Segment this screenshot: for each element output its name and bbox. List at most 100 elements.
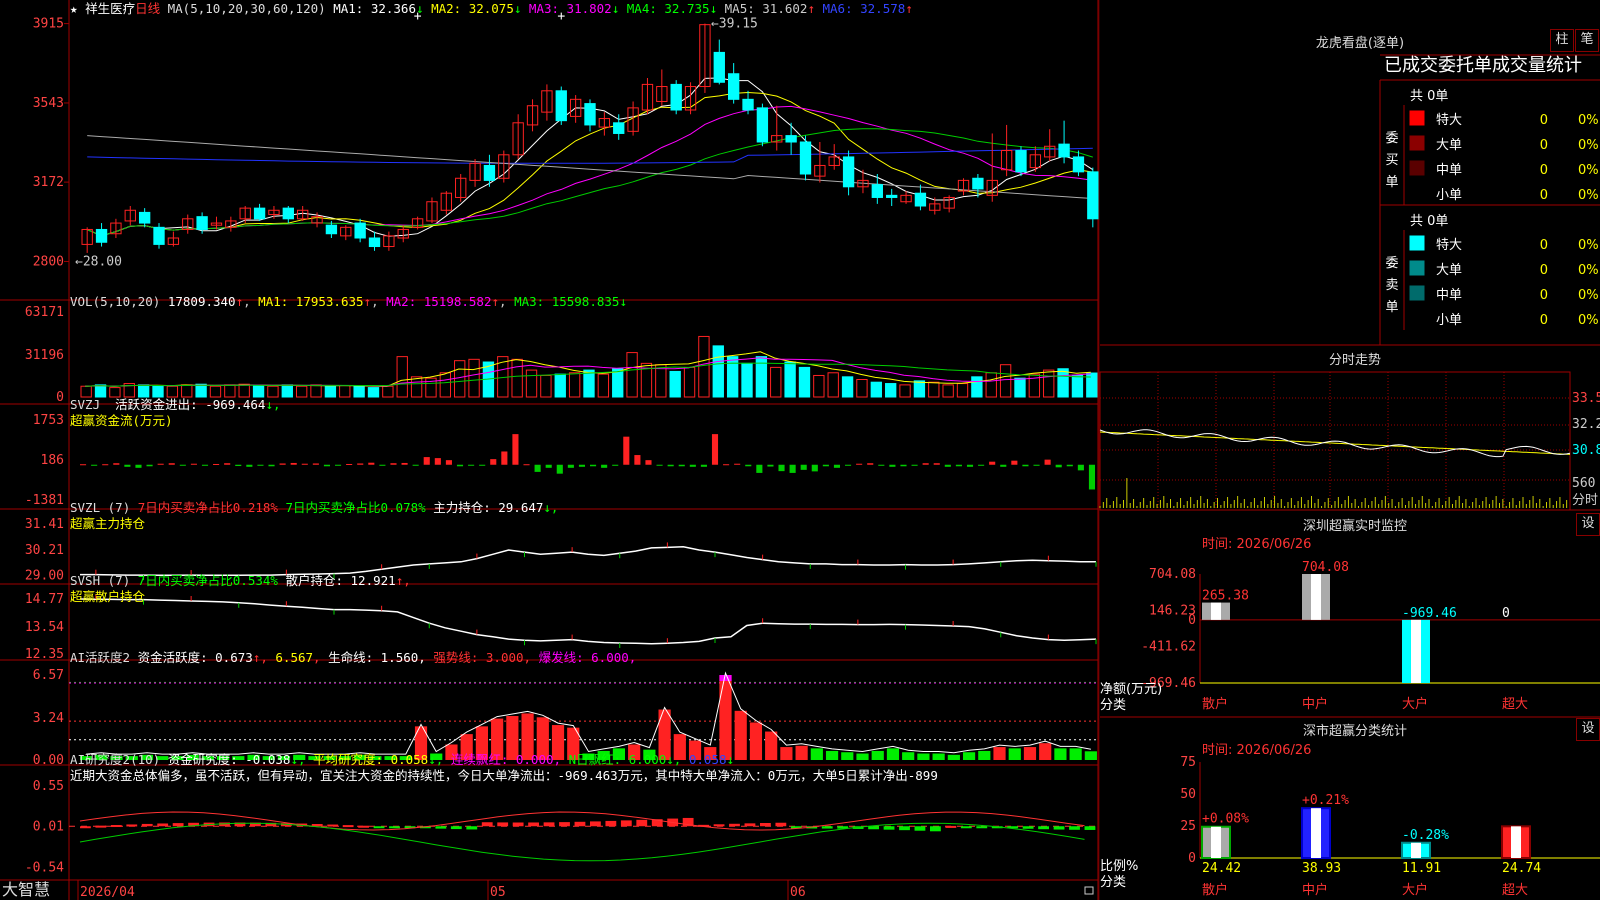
svzj-bar [146, 464, 153, 467]
volume-bar [597, 373, 610, 398]
volume-bar [1057, 368, 1069, 398]
candle [354, 222, 366, 239]
lhkp-sell-row-name: 中单 [1436, 288, 1462, 303]
volume-bar [468, 358, 480, 398]
svzj-arrow: ↓, [265, 397, 281, 412]
lhkp-buy-color-swatch [1409, 135, 1425, 151]
szmon-ylabel2: 分类 [1100, 698, 1126, 713]
star-icon[interactable]: ★ [70, 1, 78, 16]
ma1-value: MA1: 32.366 [333, 1, 416, 16]
stock-name[interactable]: 祥生医疗 [85, 1, 135, 16]
svzl-tick-label: 30.21 [25, 543, 64, 558]
lhkp-sell-row-name: 特大 [1436, 238, 1462, 253]
ai-research-bar [327, 824, 339, 827]
ai-research-bar [1069, 826, 1080, 830]
svzj-bar [379, 464, 386, 466]
tab-tick-view[interactable]: 笔 [1575, 29, 1599, 52]
svzj-bar [257, 464, 264, 466]
svzj-bar [900, 464, 907, 467]
fenshi-vol-tick: 560 [1572, 476, 1595, 491]
ai-research-seg3: 连续飘红: 0.000, [450, 752, 562, 767]
svzj-bar [1077, 464, 1084, 471]
szcls-tick-label: 50 [1180, 787, 1196, 802]
volume-bar [827, 372, 839, 398]
svzj-bar [523, 464, 530, 466]
ai-research-bar [373, 826, 385, 829]
ma6-line [87, 147, 1093, 164]
svzj-bar [767, 464, 774, 467]
lhkp-sell-color-swatch [1409, 260, 1425, 276]
lhkp-buy-row-pct: 0% [1578, 163, 1599, 178]
period-label[interactable]: 日线 [135, 1, 160, 16]
volume-bar [813, 374, 825, 398]
lhkp-title: 龙虎看盘(逐单) [1315, 36, 1405, 51]
volume-bar [137, 384, 150, 398]
svzj-bar [778, 464, 785, 472]
svzj-value: 活跃资金进出: -969.464 [115, 397, 266, 412]
volume-bar [410, 376, 423, 398]
lhkp-sell-label: 卖 [1385, 278, 1398, 293]
lhkp-buy-label: 单 [1385, 175, 1398, 190]
lhkp-buy-label: 委 [1385, 131, 1398, 146]
svzj-bar [124, 464, 131, 467]
svzl-header: SVZL (7) 7日内买卖净占比0.218% 7日内买卖净占比0.078% 主… [70, 500, 558, 532]
ai-research-bar [899, 826, 910, 831]
lhkp-buy-total: 共 0单 [1410, 89, 1448, 104]
ai-research-bar [512, 822, 524, 827]
candle [584, 103, 596, 126]
svzj-bar [678, 464, 685, 467]
volume-bar [885, 383, 897, 398]
svzj-bar [401, 462, 408, 465]
svzj-bar [190, 463, 197, 465]
volume-bar [856, 379, 868, 398]
ai-active-tick-label: 3.24 [33, 711, 64, 726]
svzj-bar [1022, 464, 1029, 467]
ai-research-arrow1: ↓, [290, 752, 306, 767]
szmon-tick-label: -411.62 [1141, 640, 1196, 655]
szmon-value-label: -969.46 [1402, 606, 1457, 621]
szcls-ylabel: 比例% [1100, 859, 1138, 874]
svzj-bar [590, 464, 597, 467]
svzj-bar [933, 463, 940, 465]
szmon-settings-button[interactable]: 设 [1576, 513, 1600, 536]
svzj-bar [102, 464, 109, 466]
szcls-bar-highlight [1411, 842, 1421, 858]
szmon-value-label: 704.08 [1302, 560, 1349, 575]
lhkp-buy-color-swatch [1409, 185, 1425, 201]
svsh-tick-label: 13.54 [25, 620, 64, 635]
ai-active-bar [1084, 751, 1097, 760]
svzj-bar [623, 436, 630, 465]
ai-research-tick-label: 0.01 [33, 819, 64, 834]
ma1-arrow: ↓ [416, 1, 424, 16]
szmon-bar-highlight [1211, 602, 1221, 620]
candle [785, 135, 797, 143]
ai-research-header: AI研究度2(10) 资金研究度: -0.038↓, 平均研究度: 0.058↓… [70, 752, 938, 784]
ai-active-bar [1054, 748, 1067, 760]
vol-ma2-arrow: ↑ [491, 294, 500, 309]
ai-research-bar [172, 823, 184, 827]
ai-research-bar [620, 820, 632, 827]
ai-research-bar [110, 825, 122, 828]
svzj-bar [335, 464, 342, 466]
szcls-settings-button[interactable]: 设 [1576, 718, 1600, 741]
szcls-title: 深市超赢分类统计 [1302, 724, 1407, 739]
svzj-bar [179, 464, 186, 466]
szcls-category-label: 中户 [1302, 882, 1328, 898]
tab-bar-view[interactable]: 柱 [1550, 29, 1574, 52]
lhkp-buy-row-vol: 0 [1540, 138, 1548, 153]
volume-bar [195, 383, 207, 398]
svzj-bar [989, 461, 996, 465]
ma6-value: MA6: 32.578 [822, 1, 906, 16]
volume-bar [956, 383, 969, 398]
ai-research-bar [95, 825, 107, 828]
lhkp-sell-label: 单 [1385, 300, 1398, 315]
szcls-bar-highlight [1211, 826, 1221, 858]
szmon-title: 深圳超赢实时监控 [1302, 519, 1407, 534]
lock-icon [1084, 886, 1094, 895]
svzj-bar [423, 457, 430, 465]
volume-bar [655, 364, 667, 398]
vol-ma2: MA2: 15198.582 [386, 294, 492, 309]
ai-research-bar [543, 822, 555, 827]
szcls-change-label: +0.08% [1202, 812, 1249, 827]
szmon-bar-highlight [1411, 619, 1421, 683]
